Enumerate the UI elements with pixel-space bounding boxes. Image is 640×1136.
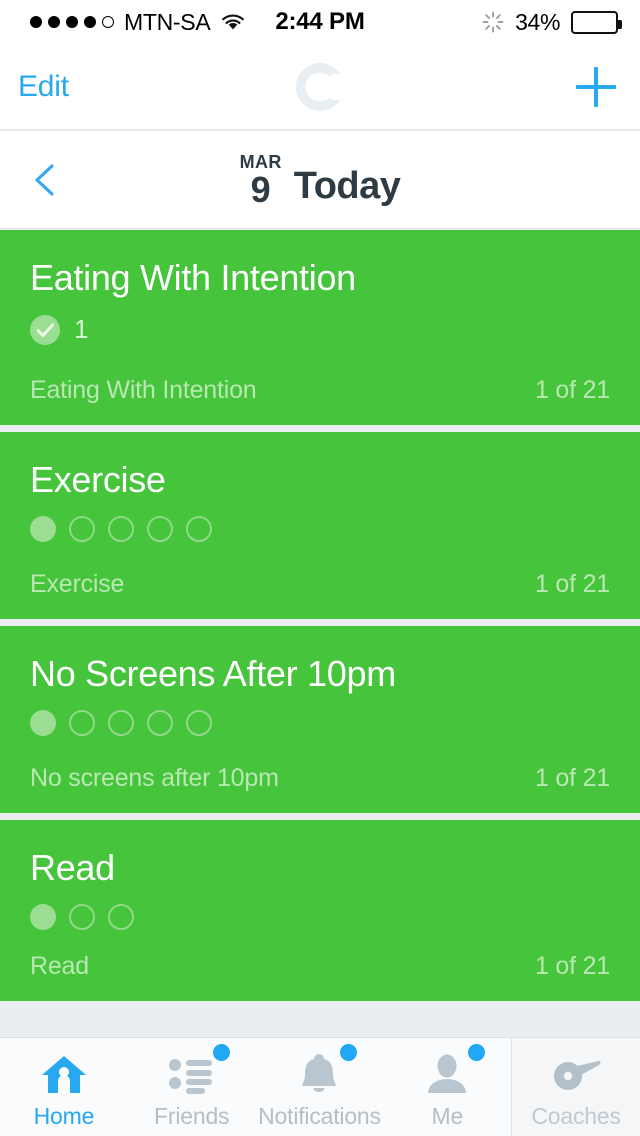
friends-list-icon [165, 1051, 219, 1097]
progress-dot[interactable] [147, 710, 173, 736]
tab-coaches[interactable]: Coaches [511, 1038, 640, 1136]
date-header: MAR 9 Today [0, 131, 640, 229]
chevron-left-icon [35, 163, 54, 196]
habit-card-title: Exercise [30, 459, 166, 500]
habit-subtitle: Read [30, 952, 89, 980]
habit-count-label: 1 of 21 [534, 952, 610, 980]
tab-notifications[interactable]: Notifications [256, 1038, 384, 1136]
date-display: MAR 9 Today [240, 152, 401, 210]
habit-card-footer: Eating With Intention 1 of 21 [0, 376, 640, 405]
habit-card[interactable]: Eating With Intention 1 Eating With Intent… [0, 230, 640, 425]
tab-label: Home [33, 1102, 95, 1129]
check-circle-icon[interactable] [30, 314, 60, 345]
activity-spinner-icon [482, 11, 504, 33]
tab-label: Coaches [531, 1102, 621, 1129]
nav-bar: Edit [0, 44, 640, 130]
app-root: MTN-SA 2:44 PM 34% Edit MAR 9 Today Eati… [0, 0, 640, 1136]
habit-card-list[interactable]: Eating With Intention 1 Eating With Intent… [0, 230, 640, 1037]
person-icon [420, 1051, 474, 1097]
back-button[interactable] [28, 160, 62, 200]
habit-count-label: 1 of 21 [534, 764, 610, 792]
home-icon [37, 1051, 91, 1097]
habit-progress[interactable] [30, 904, 134, 930]
habit-progress[interactable]: 1 [30, 314, 88, 345]
progress-dot[interactable] [30, 904, 56, 930]
progress-dot[interactable] [30, 710, 56, 736]
tab-bar: Home Friends Notifications Me Coaches [0, 1037, 640, 1136]
date-month-day: MAR 9 [240, 152, 282, 210]
notification-badge-dot [340, 1044, 358, 1061]
habit-count-label: 1 of 21 [534, 570, 610, 598]
habit-subtitle: No screens after 10pm [30, 764, 279, 792]
battery-icon [571, 10, 622, 34]
check-progress[interactable]: 1 [30, 314, 88, 345]
tab-friends[interactable]: Friends [128, 1038, 256, 1136]
progress-dot[interactable] [30, 516, 56, 542]
habit-card-footer: Read 1 of 21 [0, 952, 640, 981]
habit-card[interactable]: No Screens After 10pm No screens after 10… [0, 626, 640, 813]
battery-percent-label: 34% [515, 8, 560, 35]
habit-progress[interactable] [30, 710, 212, 736]
date-day-label: 9 [250, 168, 271, 210]
tab-home[interactable]: Home [0, 1038, 128, 1136]
page-title: Today [293, 164, 401, 207]
habit-card-footer: No screens after 10pm 1 of 21 [0, 764, 640, 793]
notification-badge-dot [212, 1044, 230, 1061]
habit-card[interactable]: Read Read 1 of 21 [0, 820, 640, 1001]
bell-icon [292, 1051, 346, 1097]
status-bar: MTN-SA 2:44 PM 34% [0, 0, 640, 44]
habit-card-footer: Exercise 1 of 21 [0, 570, 640, 599]
progress-dot[interactable] [186, 710, 212, 736]
progress-dot[interactable] [186, 516, 212, 542]
habit-subtitle: Exercise [30, 570, 125, 598]
check-count-label: 1 [74, 314, 89, 344]
habit-card-title: No Screens After 10pm [30, 653, 396, 694]
habit-card-title: Eating With Intention [30, 257, 356, 298]
progress-dot[interactable] [108, 904, 134, 930]
add-button[interactable] [572, 63, 620, 111]
notification-badge-dot [468, 1044, 486, 1061]
progress-dot[interactable] [108, 710, 134, 736]
habit-card-title: Read [30, 847, 115, 888]
tab-label: Notifications [258, 1102, 381, 1129]
habit-count-label: 1 of 21 [534, 376, 610, 404]
tab-me[interactable]: Me [383, 1038, 511, 1136]
habit-progress[interactable] [30, 516, 212, 542]
progress-dot[interactable] [108, 516, 134, 542]
progress-dot[interactable] [147, 516, 173, 542]
tab-label: Friends [154, 1102, 230, 1129]
habit-card[interactable]: Exercise Exercise 1 of 21 [0, 432, 640, 619]
progress-dot[interactable] [69, 904, 95, 930]
progress-dot[interactable] [69, 710, 95, 736]
app-logo-c-icon [292, 59, 348, 115]
habit-subtitle: Eating With Intention [30, 376, 257, 404]
tab-label: Me [431, 1102, 464, 1129]
progress-dot[interactable] [69, 516, 95, 542]
edit-button[interactable]: Edit [18, 70, 69, 104]
whistle-icon [549, 1051, 603, 1097]
status-bar-right: 34% [482, 8, 622, 36]
